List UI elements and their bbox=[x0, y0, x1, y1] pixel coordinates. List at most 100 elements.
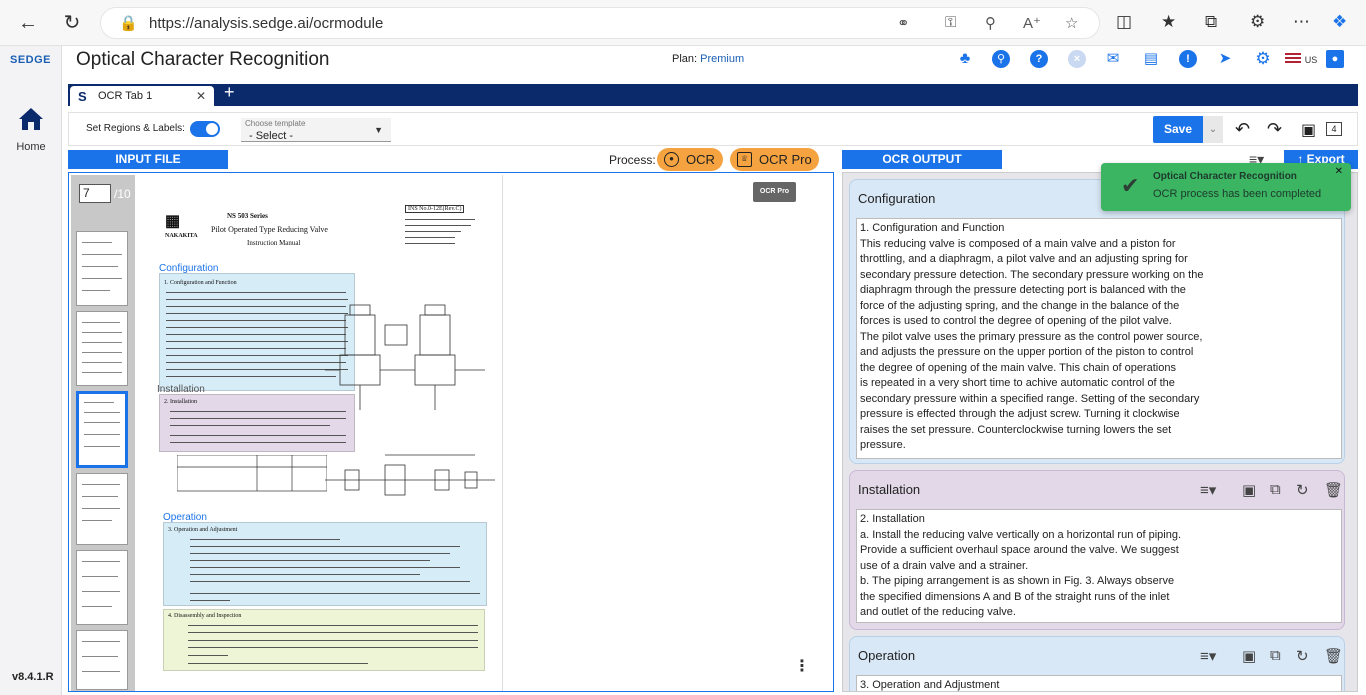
chat-icon[interactable]: ▤ bbox=[1142, 50, 1160, 68]
collections-icon[interactable]: ⧉ bbox=[1205, 12, 1217, 32]
save-options-chevron-icon[interactable]: ⌄ bbox=[1203, 116, 1223, 143]
favorites-icon[interactable]: ★ bbox=[1161, 12, 1176, 32]
input-file-title: INPUT FILE bbox=[68, 150, 228, 169]
align-options-icon[interactable]: ≡▾ bbox=[1200, 481, 1216, 499]
copy-icon[interactable]: ⧉ bbox=[1270, 481, 1281, 498]
doc-section-2: 2. Installation bbox=[164, 399, 197, 405]
team-icon[interactable]: ♣ bbox=[956, 50, 974, 68]
card-textarea[interactable]: 1. Configuration and Function This reduci… bbox=[856, 218, 1342, 459]
card-textarea[interactable]: 2. Installation a. Install the reducing v… bbox=[856, 509, 1342, 623]
send-icon[interactable]: ➤ bbox=[1216, 50, 1234, 68]
region-operation[interactable]: 3. Operation and Adjustment bbox=[163, 522, 487, 606]
process-label: Process: bbox=[609, 153, 656, 167]
version-label: v8.4.1.R bbox=[12, 671, 54, 683]
ocr-pro-button[interactable]: ♕ OCR Pro bbox=[730, 148, 819, 171]
delete-icon[interactable]: 🗑 bbox=[1324, 647, 1343, 665]
more-options-icon[interactable]: ⋮ bbox=[794, 656, 810, 676]
reload-icon[interactable]: ↻ bbox=[60, 11, 84, 35]
page-thumbnail-selected[interactable] bbox=[76, 391, 128, 468]
key-icon[interactable]: ⚿ bbox=[945, 14, 956, 31]
sedge-tab-icon: S bbox=[78, 89, 87, 104]
ocr-button-label[interactable]: OCR bbox=[686, 148, 715, 171]
brand-logo-icon: ▦ bbox=[165, 213, 181, 230]
home-icon[interactable] bbox=[18, 106, 44, 132]
fit-page-icon[interactable]: ▣ bbox=[1301, 120, 1316, 140]
refresh-icon[interactable]: ↻ bbox=[1296, 481, 1309, 499]
more-icon[interactable]: ⋯ bbox=[1293, 12, 1310, 32]
doc-section-1: 1. Configuration and Function bbox=[164, 280, 237, 286]
home-nav[interactable]: Home bbox=[0, 106, 62, 153]
browser-toolbar: ← ↻ 🔒 https://analysis.sedge.ai/ocrmodul… bbox=[0, 0, 1366, 46]
set-regions-toggle[interactable] bbox=[190, 121, 220, 137]
crown-icon: ♕ bbox=[737, 152, 752, 167]
tab-label[interactable]: OCR Tab 1 bbox=[98, 90, 152, 102]
page-count: 4 bbox=[1326, 122, 1342, 136]
align-options-icon[interactable]: ≡▾ bbox=[1200, 647, 1216, 665]
url-text[interactable]: https://analysis.sedge.ai/ocrmodule bbox=[149, 15, 383, 32]
search-icon[interactable]: ⚲ bbox=[992, 50, 1010, 68]
toast-close-icon[interactable]: ✕ bbox=[1335, 166, 1343, 177]
address-bar[interactable]: 🔒 https://analysis.sedge.ai/ocrmodule ⚭ … bbox=[100, 7, 1100, 39]
template-select[interactable]: Choose template - Select - ▼ bbox=[241, 118, 391, 142]
region-select-icon[interactable]: ▣ bbox=[1242, 481, 1256, 499]
ocr-pro-button-label[interactable]: OCR Pro bbox=[759, 148, 812, 171]
document-page[interactable]: ▦ NAKAKITA NS 503 Series Pilot Operated … bbox=[139, 175, 503, 691]
copy-icon[interactable]: ⧉ bbox=[1270, 647, 1281, 664]
page-thumbnail[interactable] bbox=[76, 550, 128, 625]
copilot-icon[interactable]: ❖ bbox=[1332, 12, 1347, 32]
template-value[interactable]: - Select - bbox=[249, 130, 293, 142]
mail-icon[interactable]: ✉ bbox=[1104, 50, 1122, 68]
doc-heading-2: Pilot Operated Type Reducing Valve bbox=[211, 225, 328, 234]
tab-close-icon[interactable]: ✕ bbox=[196, 89, 206, 103]
piping-drawing bbox=[325, 454, 495, 496]
read-aloud-icon[interactable]: A⁺ bbox=[1023, 14, 1041, 32]
output-card-configuration: Configuration 1. Configuration and Funct… bbox=[849, 179, 1345, 464]
delete-icon[interactable]: 🗑 bbox=[1324, 481, 1343, 499]
extensions-icon[interactable]: ⚙ bbox=[1250, 12, 1265, 32]
user-avatar-icon[interactable]: ● bbox=[1326, 50, 1344, 68]
chevron-down-icon[interactable]: ▼ bbox=[374, 125, 383, 135]
region-disassembly[interactable]: 4. Disassembly and Inspection bbox=[163, 609, 485, 671]
redo-icon[interactable]: ↷ bbox=[1267, 119, 1282, 140]
total-pages: /10 bbox=[114, 187, 131, 201]
doc-heading-1: NS 503 Series bbox=[227, 212, 268, 220]
plan-value: Premium bbox=[700, 53, 745, 65]
undo-icon[interactable]: ↶ bbox=[1235, 119, 1250, 140]
home-label[interactable]: Home bbox=[0, 141, 62, 153]
left-rail: SEDGE Home v8.4.1.R bbox=[0, 46, 62, 695]
close-circle-icon[interactable]: × bbox=[1068, 50, 1086, 68]
ocr-icon: ● bbox=[664, 152, 679, 167]
page-thumbnail[interactable] bbox=[76, 473, 128, 545]
back-icon[interactable]: ← bbox=[16, 11, 40, 35]
favorite-star-icon[interactable]: ☆ bbox=[1065, 14, 1078, 32]
current-page-input[interactable]: 7 bbox=[79, 184, 111, 203]
alert-icon[interactable]: ! bbox=[1179, 50, 1197, 68]
ocr-button[interactable]: ● OCR bbox=[657, 148, 723, 171]
output-card-operation: Operation ≡▾ ▣ ⧉ ↻ 🗑 3. Operation and Ad… bbox=[849, 636, 1345, 691]
region-select-icon[interactable]: ▣ bbox=[1242, 647, 1256, 665]
save-button[interactable]: Save bbox=[1153, 116, 1203, 143]
plan-info: Plan: Premium bbox=[672, 53, 744, 65]
add-tab-icon[interactable]: + bbox=[224, 82, 235, 103]
page-thumbnail[interactable] bbox=[76, 630, 128, 690]
zoom-icon[interactable]: ⚲ bbox=[985, 14, 996, 32]
us-flag-icon[interactable] bbox=[1285, 53, 1301, 65]
tracking-icon[interactable]: ⚭ bbox=[897, 14, 910, 32]
success-toast: ✔ Optical Character Recognition OCR proc… bbox=[1101, 163, 1351, 211]
card-title: Operation bbox=[858, 648, 916, 663]
input-viewer[interactable]: 7 /10 ▦ NAKAKITA NS 503 Series Pilot Ope… bbox=[68, 172, 834, 692]
page-thumbnail[interactable] bbox=[76, 231, 128, 306]
tab-ocr-1[interactable]: S OCR Tab 1 ✕ bbox=[70, 86, 214, 106]
split-screen-icon[interactable]: ◫ bbox=[1116, 12, 1132, 32]
locale-label[interactable]: US bbox=[1301, 51, 1321, 69]
ocr-output-panel: Configuration 1. Configuration and Funct… bbox=[842, 172, 1358, 692]
lock-icon[interactable]: 🔒 bbox=[119, 14, 138, 32]
help-icon[interactable]: ? bbox=[1030, 50, 1048, 68]
page-thumbnails[interactable]: 7 /10 bbox=[71, 175, 135, 691]
refresh-icon[interactable]: ↻ bbox=[1296, 647, 1309, 665]
page-thumbnail[interactable] bbox=[76, 311, 128, 386]
sedge-logo: SEDGE bbox=[10, 54, 52, 66]
ocr-toolbar: Set Regions & Labels: Choose template - … bbox=[68, 112, 1358, 146]
settings-gear-icon[interactable]: ⚙ bbox=[1254, 50, 1272, 68]
card-textarea[interactable]: 3. Operation and Adjustment bbox=[856, 675, 1342, 691]
